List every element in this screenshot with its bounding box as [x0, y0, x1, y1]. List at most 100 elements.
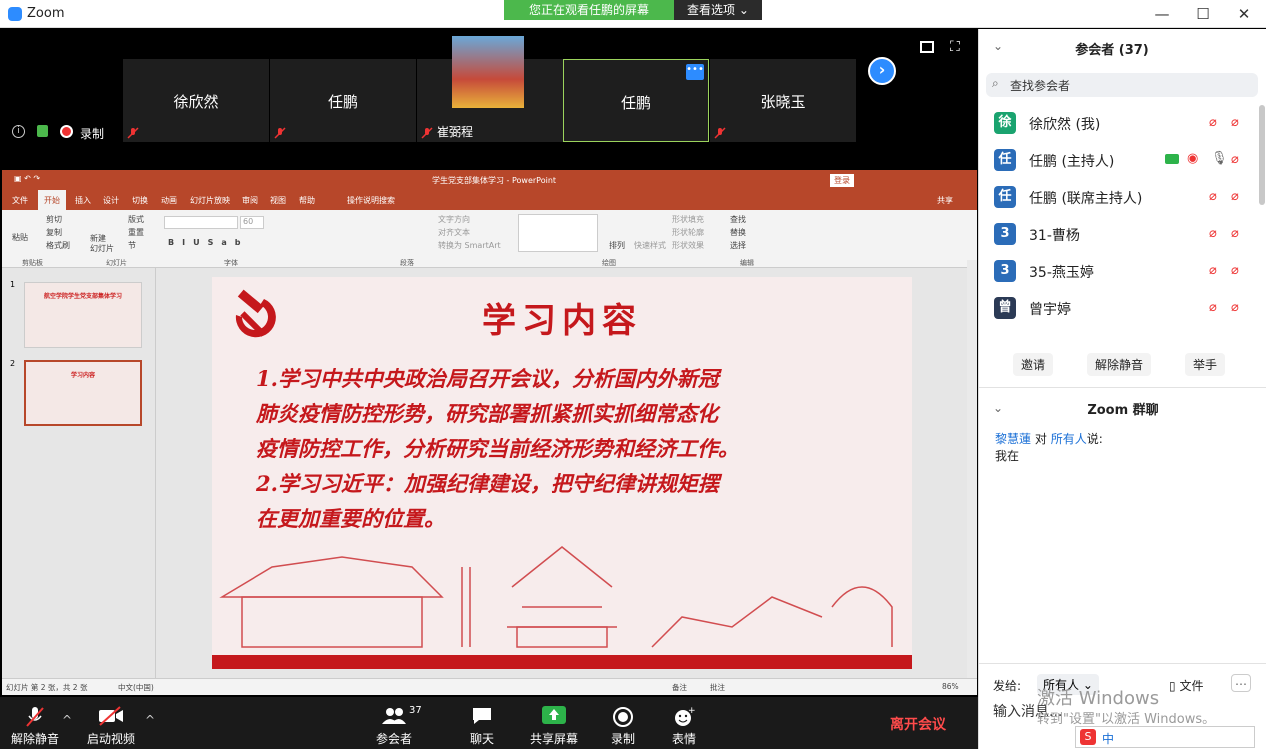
video-off-icon[interactable]: ⌀	[1231, 226, 1239, 241]
participant-row[interactable]: 徐 徐欣然 (我) ⌀ ⌀	[979, 105, 1266, 142]
copy-button[interactable]: 复制	[46, 227, 62, 238]
shape-outline-button[interactable]: 形状轮廓	[672, 227, 704, 238]
shape-effect-button[interactable]: 形状效果	[672, 240, 704, 251]
search-participants[interactable]: ⌕ 查找参会者	[986, 73, 1258, 97]
start-video-button[interactable]: 启动视频	[76, 697, 146, 749]
comments-button[interactable]: 批注	[710, 682, 725, 693]
find-button[interactable]: 查找	[730, 214, 746, 225]
video-off-icon[interactable]: ⌀	[1231, 189, 1239, 204]
participant-row[interactable]: 3 31-曹杨 ⌀ ⌀	[979, 216, 1266, 253]
paste-button[interactable]: 粘贴	[12, 232, 28, 243]
unmute-self-button[interactable]: 解除静音	[1087, 353, 1152, 376]
ppt-login-button[interactable]: 登录	[830, 174, 854, 187]
tab-insert[interactable]: 插入	[75, 195, 91, 206]
maximize-icon[interactable]: ☐	[1193, 4, 1213, 24]
tab-animation[interactable]: 动画	[161, 195, 177, 206]
mic-muted-icon[interactable]: ⌀	[1209, 263, 1217, 278]
participants-icon	[382, 708, 406, 724]
info-icon[interactable]: i	[12, 125, 25, 138]
video-tile[interactable]: 任鹏	[270, 59, 416, 142]
font-name-select[interactable]	[164, 216, 238, 229]
slide-scrollbar[interactable]	[967, 260, 977, 678]
video-off-icon[interactable]: ⌀	[1231, 115, 1239, 130]
format-painter-button[interactable]: 格式刷	[46, 240, 70, 251]
raise-hand-button[interactable]: 举手	[1185, 353, 1226, 376]
tell-me-search[interactable]: 操作说明搜索	[347, 195, 395, 206]
tab-view[interactable]: 视图	[270, 195, 286, 206]
mic-icon[interactable]: 🎙	[1211, 151, 1228, 166]
share-button[interactable]: 共享	[937, 195, 953, 206]
mic-muted-icon[interactable]: ⌀	[1209, 300, 1217, 315]
lock-icon[interactable]	[37, 125, 48, 137]
text-direction-button[interactable]: 文字方向	[438, 214, 470, 225]
notes-button[interactable]: 备注	[672, 682, 687, 693]
reset-button[interactable]: 重置	[128, 227, 144, 238]
chat-sender[interactable]: 黎慧蓮	[995, 432, 1031, 446]
slide-thumbnail[interactable]: 航空学院学生党支部集体学习	[24, 282, 142, 348]
tab-file[interactable]: 文件	[12, 195, 28, 206]
close-icon[interactable]: ✕	[1234, 4, 1254, 24]
unmute-button[interactable]: 解除静音	[0, 697, 70, 749]
align-text-button[interactable]: 对齐文本	[438, 227, 470, 238]
view-options-button[interactable]: 查看选项 ⌄	[674, 0, 762, 20]
smartart-button[interactable]: 转换为 SmartArt	[438, 240, 501, 251]
tile-name: 崔弼程	[437, 125, 474, 139]
tab-design[interactable]: 设计	[103, 195, 119, 206]
record-button[interactable]: 录制	[588, 697, 658, 749]
ime-mode[interactable]: 中	[1102, 730, 1114, 747]
window-title: Zoom	[27, 6, 65, 21]
cut-button[interactable]: 剪切	[46, 214, 62, 225]
participant-row[interactable]: 曾 曾宇婷 ⌀ ⌀	[979, 290, 1266, 327]
slide-thumbnail-selected[interactable]: 学习内容	[24, 360, 142, 426]
tab-transition[interactable]: 切换	[132, 195, 148, 206]
participants-button[interactable]: 37 参会者	[359, 697, 429, 749]
video-off-icon[interactable]: ⌀	[1231, 263, 1239, 278]
mic-muted-icon[interactable]: ⌀	[1209, 115, 1217, 130]
tab-home[interactable]: 开始	[38, 190, 66, 210]
replace-button[interactable]: 替换	[730, 227, 746, 238]
fullscreen-icon[interactable]: ⛶	[950, 39, 960, 55]
reactions-button[interactable]: + 表情	[649, 697, 719, 749]
font-style-buttons[interactable]: BIUSab	[168, 238, 248, 247]
tab-review[interactable]: 审阅	[242, 195, 258, 206]
video-off-icon[interactable]: ⌀	[1231, 300, 1239, 315]
tab-slideshow[interactable]: 幻灯片放映	[190, 195, 230, 206]
invite-button[interactable]: 邀请	[1013, 353, 1054, 376]
video-tile[interactable]: 张晓玉	[710, 59, 856, 142]
mic-muted-icon[interactable]: ⌀	[1209, 189, 1217, 204]
more-icon[interactable]: •••	[686, 64, 704, 80]
chevron-up-icon[interactable]: ^	[145, 713, 155, 727]
more-icon[interactable]: …	[1231, 674, 1251, 692]
leave-meeting-button[interactable]: 离开会议	[890, 714, 946, 734]
layout-button[interactable]: 版式	[128, 214, 144, 225]
shape-fill-button[interactable]: 形状填充	[672, 214, 704, 225]
gallery-view-icon[interactable]	[920, 41, 934, 53]
file-button[interactable]: ▯ 文件	[1169, 677, 1203, 694]
slide-canvas[interactable]: 学习内容 1.学习中共中央政治局召开会议，分析国内外新冠 肺炎疫情防控形势，研究…	[212, 277, 912, 669]
participants-scrollbar[interactable]	[1259, 105, 1265, 205]
minimize-icon[interactable]: —	[1152, 4, 1172, 24]
chevron-up-icon[interactable]: ^	[62, 713, 72, 727]
video-off-icon[interactable]: ⌀	[1231, 152, 1239, 167]
participant-row[interactable]: 任 任鹏 (联席主持人) ⌀ ⌀	[979, 179, 1266, 216]
select-button[interactable]: 选择	[730, 240, 746, 251]
save-icon[interactable]: ▣ ↶ ↷	[14, 174, 40, 183]
font-size-select[interactable]: 60	[240, 216, 264, 229]
participant-row[interactable]: 任 任鹏 (主持人) ◉ 🎙 ⌀	[979, 142, 1266, 179]
section-button[interactable]: 节	[128, 240, 136, 251]
new-slide-button[interactable]: 新建 幻灯片	[90, 234, 114, 254]
quick-styles-button[interactable]: 快速样式	[634, 240, 666, 251]
chat-button[interactable]: 聊天	[447, 697, 517, 749]
mic-muted-icon[interactable]: ⌀	[1209, 226, 1217, 241]
video-tile[interactable]: 徐欣然	[123, 59, 269, 142]
arrange-button[interactable]: 排列	[609, 240, 625, 251]
chat-target[interactable]: 所有人	[1051, 432, 1087, 446]
next-page-button[interactable]: ›	[868, 57, 896, 85]
shapes-gallery[interactable]	[518, 214, 598, 252]
participants-panel: ⌄ 参会者 (37) ⌕ 查找参会者 徐 徐欣然 (我) ⌀ ⌀ 任 任鹏 (主…	[978, 29, 1266, 749]
participant-row[interactable]: 3 35-燕玉婷 ⌀ ⌀	[979, 253, 1266, 290]
ime-toolbar[interactable]: S 中	[1075, 726, 1255, 748]
tab-help[interactable]: 帮助	[299, 195, 315, 206]
video-tile-active[interactable]: 任鹏 •••	[563, 59, 709, 142]
share-screen-button[interactable]: 共享屏幕	[519, 697, 589, 749]
